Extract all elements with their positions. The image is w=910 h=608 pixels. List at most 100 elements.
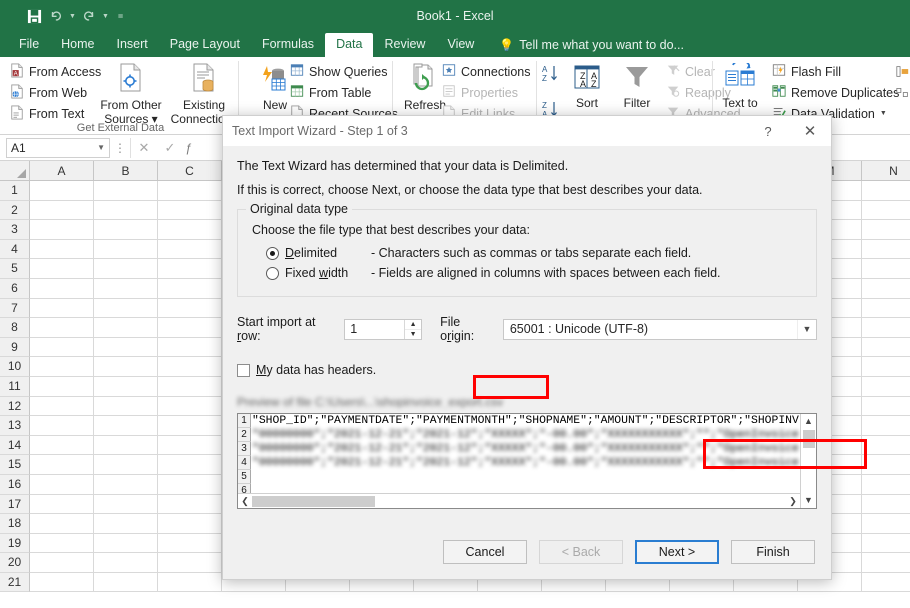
vertical-scroll-thumb[interactable]	[803, 430, 815, 448]
cell-A13[interactable]	[30, 416, 94, 436]
row-header-19[interactable]: 19	[0, 534, 30, 554]
row-header-14[interactable]: 14	[0, 436, 30, 456]
undo-dropdown-icon[interactable]: ▼	[68, 6, 77, 26]
cancel-entry-icon[interactable]: ✕	[131, 140, 157, 156]
row-header-10[interactable]: 10	[0, 357, 30, 377]
cell-A1[interactable]	[30, 181, 94, 201]
cell-C4[interactable]	[158, 240, 222, 260]
scroll-right-icon[interactable]: ❯	[786, 496, 800, 507]
help-icon[interactable]: ?	[747, 116, 789, 146]
cell-N21[interactable]	[862, 573, 910, 593]
cell-B14[interactable]	[94, 436, 158, 456]
cell-B9[interactable]	[94, 338, 158, 358]
start-import-row-arrows[interactable]: ▲ ▼	[404, 320, 421, 339]
sort-button[interactable]: Z A A Z Sort	[564, 63, 610, 110]
cell-B20[interactable]	[94, 553, 158, 573]
cell-C18[interactable]	[158, 514, 222, 534]
column-header-N[interactable]: N	[862, 161, 910, 180]
cell-C8[interactable]	[158, 318, 222, 338]
flash-fill-button[interactable]: Flash Fill	[770, 61, 899, 82]
row-header-18[interactable]: 18	[0, 514, 30, 534]
cell-A16[interactable]	[30, 475, 94, 495]
cell-A21[interactable]	[30, 573, 94, 593]
from-web-button[interactable]: From Web	[8, 82, 101, 103]
next-button[interactable]: Next >	[635, 540, 719, 564]
cell-C1[interactable]	[158, 181, 222, 201]
cell-C17[interactable]	[158, 495, 222, 515]
connections-button[interactable]: Connections	[440, 61, 531, 82]
cell-A20[interactable]	[30, 553, 94, 573]
cell-N18[interactable]	[862, 514, 910, 534]
cell-B6[interactable]	[94, 279, 158, 299]
cell-C16[interactable]	[158, 475, 222, 495]
scroll-down-icon[interactable]: ▼	[804, 493, 813, 508]
close-icon[interactable]: ✕	[789, 116, 831, 146]
cell-C11[interactable]	[158, 377, 222, 397]
cell-A8[interactable]	[30, 318, 94, 338]
cell-N16[interactable]	[862, 475, 910, 495]
cell-N4[interactable]	[862, 240, 910, 260]
row-header-16[interactable]: 16	[0, 475, 30, 495]
cell-N8[interactable]	[862, 318, 910, 338]
cell-A10[interactable]	[30, 357, 94, 377]
customize-qat-icon[interactable]: ≣	[116, 6, 125, 26]
from-text-button[interactable]: From Text	[8, 103, 101, 124]
cell-A12[interactable]	[30, 397, 94, 417]
cell-C13[interactable]	[158, 416, 222, 436]
name-box[interactable]: A1 ▼	[6, 138, 110, 158]
cell-A2[interactable]	[30, 201, 94, 221]
cell-C6[interactable]	[158, 279, 222, 299]
preview-vertical-scrollbar[interactable]: ▲ ▼	[800, 414, 816, 508]
cell-B16[interactable]	[94, 475, 158, 495]
cell-N14[interactable]	[862, 436, 910, 456]
cell-C15[interactable]	[158, 455, 222, 475]
from-access-button[interactable]: A From Access	[8, 61, 101, 82]
cell-B11[interactable]	[94, 377, 158, 397]
cell-A14[interactable]	[30, 436, 94, 456]
stepper-up-icon[interactable]: ▲	[405, 320, 421, 330]
file-origin-combobox[interactable]: 65001 : Unicode (UTF-8) ▼	[503, 319, 817, 340]
my-data-has-headers-checkbox[interactable]	[237, 364, 250, 377]
cell-C14[interactable]	[158, 436, 222, 456]
cell-A3[interactable]	[30, 220, 94, 240]
cell-C10[interactable]	[158, 357, 222, 377]
cell-B1[interactable]	[94, 181, 158, 201]
cell-N20[interactable]	[862, 553, 910, 573]
cell-A19[interactable]	[30, 534, 94, 554]
cell-C21[interactable]	[158, 573, 222, 593]
row-header-13[interactable]: 13	[0, 416, 30, 436]
start-import-row-stepper[interactable]: 1 ▲ ▼	[344, 319, 422, 340]
cell-A7[interactable]	[30, 299, 94, 319]
cell-A17[interactable]	[30, 495, 94, 515]
ribbon-tab-review[interactable]: Review	[373, 33, 436, 57]
row-header-12[interactable]: 12	[0, 397, 30, 417]
radio-option-delimited[interactable]: Delimited - Characters such as commas or…	[266, 243, 802, 263]
cell-A18[interactable]	[30, 514, 94, 534]
cell-C12[interactable]	[158, 397, 222, 417]
remove-duplicates-button[interactable]: Remove Duplicates	[770, 82, 899, 103]
select-all-corner[interactable]	[0, 161, 30, 180]
row-header-4[interactable]: 4	[0, 240, 30, 260]
text-to-columns-button[interactable]: Text to	[714, 63, 766, 110]
cell-C5[interactable]	[158, 259, 222, 279]
row-header-15[interactable]: 15	[0, 455, 30, 475]
column-header-A[interactable]: A	[30, 161, 94, 180]
row-header-20[interactable]: 20	[0, 553, 30, 573]
name-box-dropdown-icon[interactable]: ▼	[97, 143, 105, 152]
scroll-left-icon[interactable]: ❮	[238, 496, 252, 507]
row-header-6[interactable]: 6	[0, 279, 30, 299]
cancel-button[interactable]: Cancel	[443, 540, 527, 564]
row-header-8[interactable]: 8	[0, 318, 30, 338]
sort-ascending-icon[interactable]: A Z	[540, 63, 560, 88]
confirm-entry-icon[interactable]: ✓	[157, 140, 183, 156]
cell-B17[interactable]	[94, 495, 158, 515]
cell-A6[interactable]	[30, 279, 94, 299]
cell-B21[interactable]	[94, 573, 158, 593]
column-header-B[interactable]: B	[94, 161, 158, 180]
row-header-5[interactable]: 5	[0, 259, 30, 279]
tell-me-box[interactable]: 💡 Tell me what you want to do...	[485, 35, 692, 57]
scroll-up-icon[interactable]: ▲	[804, 414, 813, 429]
save-icon[interactable]	[24, 6, 44, 26]
row-header-7[interactable]: 7	[0, 299, 30, 319]
cell-B5[interactable]	[94, 259, 158, 279]
